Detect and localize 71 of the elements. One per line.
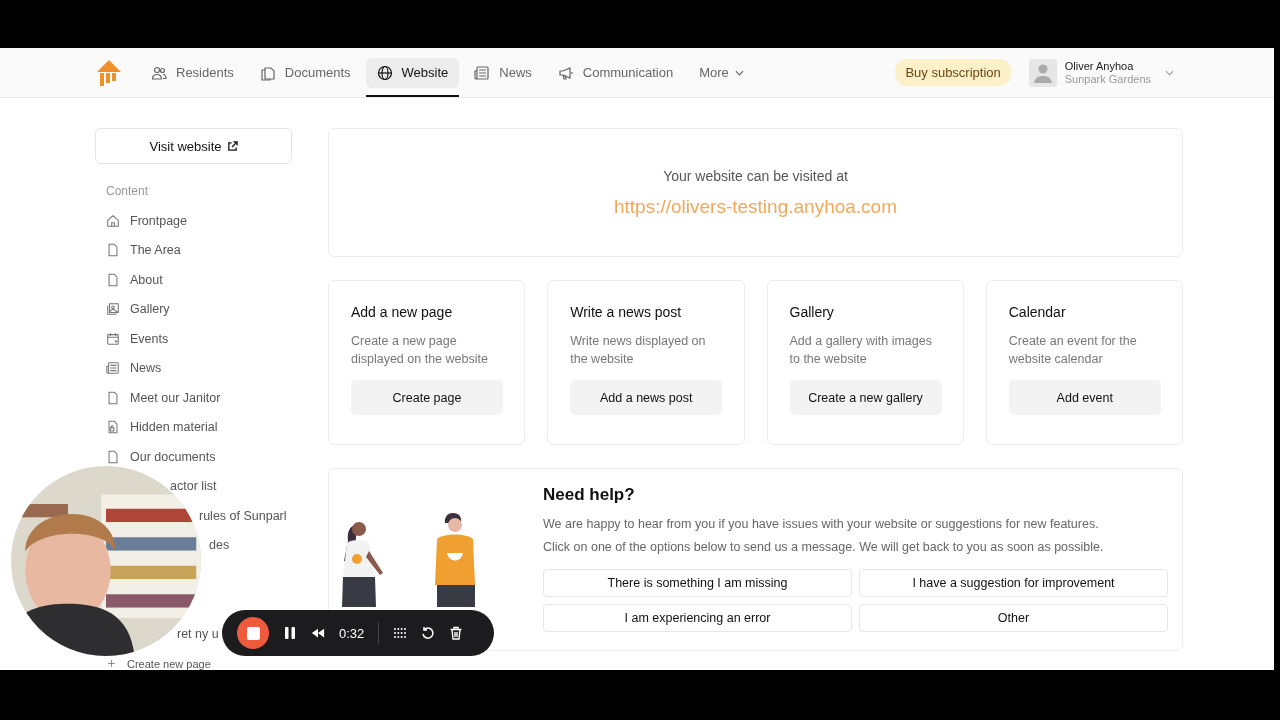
card-title: Gallery [789,304,835,320]
avatar-icon [1028,58,1057,87]
help-title: Need help? [543,485,636,505]
trash-icon[interactable] [449,626,464,640]
restart-icon[interactable] [421,626,436,640]
card-description: Write news displayed on the website [570,333,707,368]
people-icon [151,64,167,81]
buy-subscription-button[interactable]: Buy subscription [895,59,1011,86]
gallery-icon [106,302,120,317]
sidebar-item[interactable]: des [209,537,230,554]
plus-icon [106,658,117,670]
sidebar-item[interactable]: Our documents [95,448,216,465]
sidebar-item[interactable]: Meet our Janitor [95,389,221,406]
recording-time: 0:32 [339,625,365,641]
action-button[interactable]: Add event [1008,380,1161,415]
stop-recording-button[interactable] [237,617,269,649]
chevron-down-icon [1165,69,1174,76]
action-button[interactable]: Add a news post [570,380,723,415]
sidebar-item[interactable]: Events [95,330,169,347]
card-description: Add a gallery with images to the website [789,333,933,368]
help-text: We are happy to hear from you if you have issues with your website or suggestions for new features. [543,517,1100,531]
nav-tab[interactable]: Communication [546,48,685,97]
website-info-text: Your website can be visited at [663,167,848,184]
card-title: Write a news post [570,304,683,320]
calendar-icon [106,331,120,346]
section-heading: Content [105,184,149,198]
sidebar-item[interactable]: Hidden material [95,419,218,436]
feedback-option-button[interactable]: I have a suggestion for improvement [859,569,1168,597]
community-name: Sunpark Gardens [1064,73,1151,85]
globe-icon [376,64,393,81]
megaphone-icon [557,64,574,81]
nav-tab[interactable]: Documents [248,48,362,97]
feedback-option-button[interactable]: There is something I am missing [543,569,852,597]
rewind-icon[interactable] [311,626,325,640]
user-name: Oliver Anyhoa [1064,60,1135,72]
sidebar-item[interactable]: Gallery [95,301,170,318]
chevron-down-icon [734,69,744,76]
page-icon [106,449,120,464]
more-menu[interactable]: More [688,48,744,97]
card-title: Calendar [1008,304,1067,320]
feedback-option-button[interactable]: I am experiencing an error [543,604,852,632]
action-button[interactable]: Create page [351,380,503,415]
sidebar-item[interactable]: The Area [95,242,181,259]
create-page-link[interactable]: Create new page [95,657,211,670]
grid-icon[interactable] [393,626,408,640]
documents-icon [259,64,276,81]
sidebar-item[interactable]: About [95,271,163,288]
card-description: Create an event for the website calendar [1008,333,1138,368]
action-button[interactable]: Create a new gallery [789,380,942,415]
sidebar-item[interactable]: News [95,360,162,377]
locked-page-icon [106,420,120,435]
sidebar-item[interactable]: ret ny u [177,626,219,642]
page-icon [106,390,120,405]
external-link-icon [226,140,238,152]
newspaper-icon [474,64,491,81]
nav-tab[interactable]: News [463,48,543,97]
sidebar-item[interactable]: rules of Sunparl [199,507,287,524]
page-icon [106,272,120,287]
pause-icon[interactable] [283,626,297,640]
visit-website-button[interactable]: Visit website [95,128,292,164]
page-icon [106,243,120,258]
sidebar-item[interactable]: actor list [170,478,217,495]
card-description: Create a new page displayed on the website [351,333,489,368]
user-menu[interactable]: Oliver Anyhoa Sunpark Gardens [1028,58,1174,87]
card-title: Add a new page [351,304,454,320]
home-icon [106,213,120,228]
feedback-option-button[interactable]: Other [859,604,1168,632]
newspaper-icon [106,361,120,376]
nav-tab[interactable]: Residents [140,48,245,97]
sidebar-item[interactable]: Frontpage [95,212,187,229]
help-text: Click on one of the options below to send us a message. We will get back to you as soon as possible. [543,540,1105,554]
